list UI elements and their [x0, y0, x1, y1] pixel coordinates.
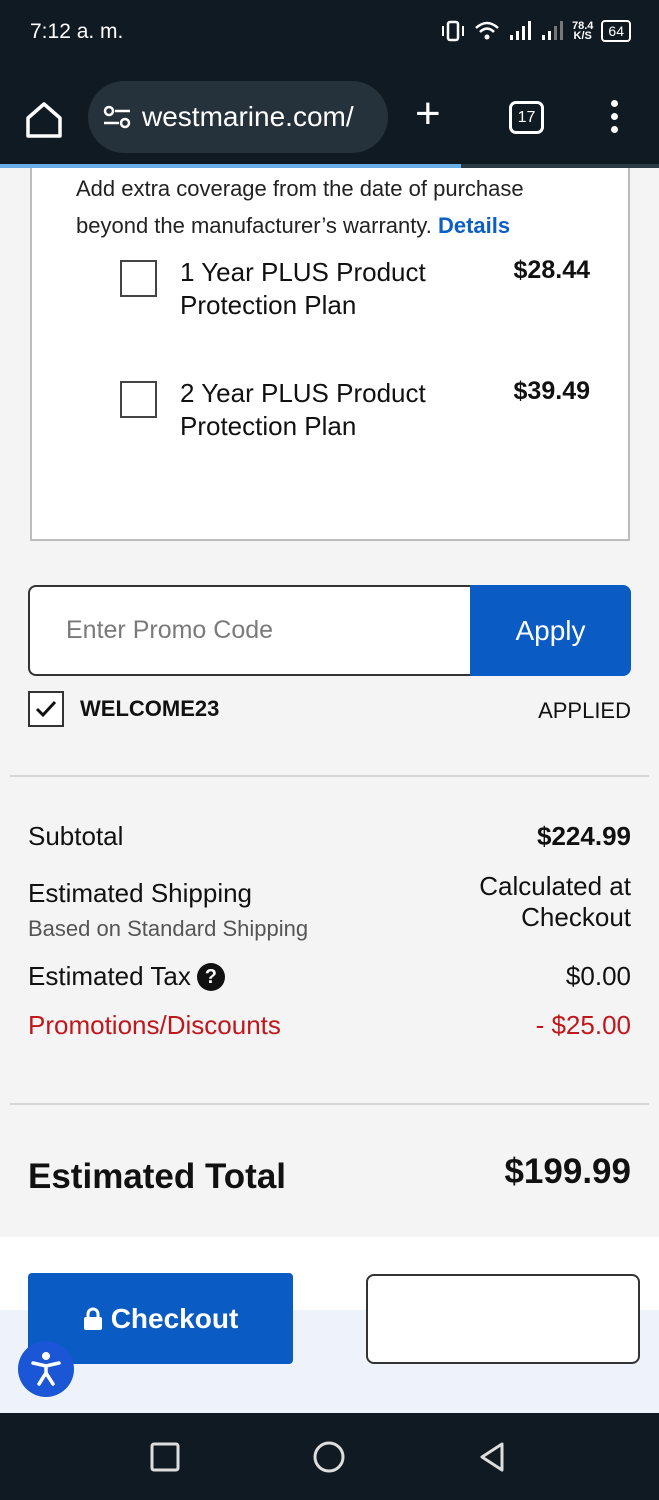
new-tab-icon[interactable]: + — [415, 92, 441, 136]
home-icon[interactable] — [22, 98, 66, 142]
promo-code-input[interactable] — [28, 585, 471, 676]
shipping-label: Estimated Shipping — [28, 878, 253, 908]
protection-plan-panel: Add extra coverage from the date of purc… — [30, 168, 630, 541]
net-speed-unit: K/S — [573, 30, 592, 42]
apply-promo-button[interactable]: Apply — [470, 585, 631, 676]
status-bar: 7:12 a. m. 78.4 K/S 64 — [0, 0, 659, 68]
checkout-label: Checkout — [110, 1302, 239, 1334]
status-icons: 78.4 K/S 64 — [440, 20, 631, 42]
accessibility-icon — [31, 1352, 61, 1386]
applied-status: APPLIED — [538, 698, 631, 723]
shipping-value-line-2: Checkout — [521, 902, 631, 932]
back-icon[interactable] — [476, 1440, 510, 1474]
subtotal-label: Subtotal — [28, 821, 124, 851]
browser-toolbar: westmarine.com/ + 17 — [0, 68, 659, 166]
wifi-icon — [475, 21, 499, 40]
shipping-value: Calculated at Checkout — [479, 871, 631, 933]
lock-icon — [83, 1307, 102, 1330]
details-link[interactable]: Details — [438, 213, 510, 238]
plan-checkbox[interactable] — [120, 260, 157, 297]
promotions-value: - $25.00 — [535, 1010, 631, 1040]
status-time: 7:12 a. m. — [30, 20, 124, 43]
alternate-payment-button[interactable] — [366, 1274, 640, 1364]
plan-name: 2 Year PLUS Product Protection Plan — [180, 378, 426, 441]
address-bar[interactable]: westmarine.com/ — [88, 81, 388, 153]
shipping-value-line-1: Calculated at — [479, 871, 631, 901]
divider — [10, 775, 649, 777]
net-speed: 78.4 K/S — [572, 21, 593, 42]
applied-code-checkbox[interactable] — [28, 691, 64, 727]
url-text[interactable]: westmarine.com/ — [142, 101, 354, 133]
home-nav-icon[interactable] — [312, 1440, 346, 1474]
estimated-total-value: $199.99 — [504, 1152, 631, 1191]
applied-promo-code: WELCOME23 — [80, 696, 220, 721]
more-menu-icon[interactable] — [604, 100, 624, 140]
help-icon[interactable]: ? — [196, 963, 225, 991]
tax-row-label: Estimated Tax? — [28, 961, 225, 992]
recents-icon[interactable] — [148, 1440, 182, 1474]
estimated-total-label: Estimated Total — [28, 1157, 287, 1196]
accessibility-button[interactable] — [18, 1341, 74, 1397]
tab-switcher-button[interactable]: 17 — [509, 101, 544, 134]
system-navigation-bar — [0, 1413, 659, 1500]
plan-checkbox[interactable] — [120, 381, 157, 418]
site-settings-icon[interactable] — [102, 104, 132, 130]
divider — [10, 1103, 649, 1105]
promotions-label: Promotions/Discounts — [28, 1010, 281, 1040]
signal-icon — [510, 21, 531, 40]
plan-price: $39.49 — [513, 377, 590, 405]
plan-price: $28.44 — [513, 256, 590, 284]
checkmark-icon — [35, 700, 57, 718]
signal-2-icon — [542, 21, 563, 40]
plan-name: 1 Year PLUS Product Protection Plan — [180, 257, 426, 320]
tax-value: $0.00 — [565, 961, 631, 991]
protection-description: Add extra coverage from the date of purc… — [76, 170, 596, 244]
shipping-note: Based on Standard Shipping — [28, 916, 309, 941]
tax-label: Estimated Tax — [28, 961, 191, 991]
subtotal-value: $224.99 — [537, 821, 631, 851]
vibrate-icon — [442, 20, 464, 42]
battery-indicator: 64 — [601, 20, 631, 42]
